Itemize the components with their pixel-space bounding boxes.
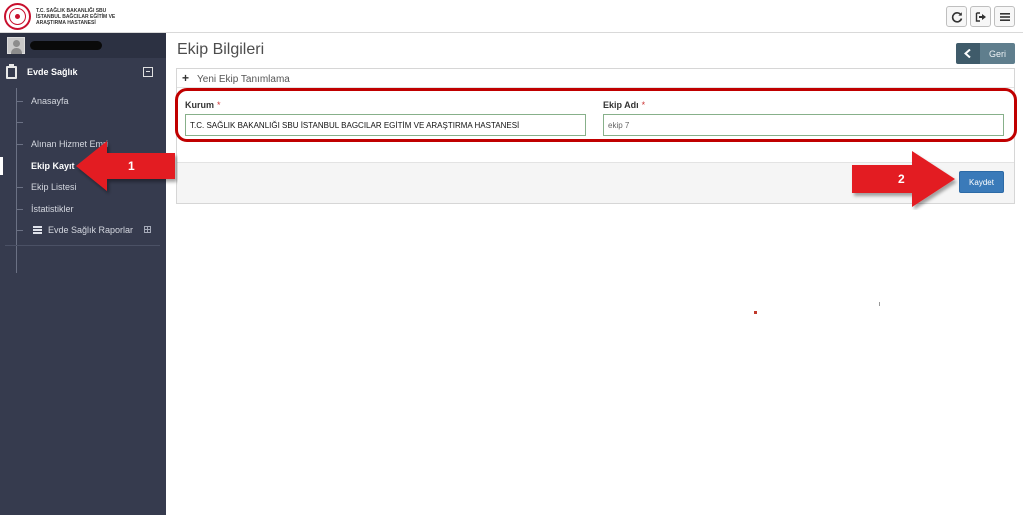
page-title: Ekip Bilgileri [177,41,265,58]
sidebar-divider [5,245,160,246]
sidebar-item-evde-saglik-raporlar[interactable]: Evde Sağlık Raporlar [0,221,166,239]
stray-mark [879,302,880,306]
redacted-user-name [30,41,102,50]
tree-tick [16,209,23,210]
annotation-number-2: 2 [898,172,905,186]
highlight-box [175,88,1017,142]
save-button[interactable]: Kaydet [959,171,1004,193]
tree-tick [16,144,23,145]
expand-icon[interactable] [144,226,151,233]
logo-text: T.C. SAĞLIK BAKANLIĞI SBU İSTANBUL BAĞCI… [36,8,115,26]
avatar [7,37,25,54]
chevron-left-icon [956,43,980,64]
sidebar-section-evde-saglik[interactable]: Evde Sağlık [0,63,166,83]
logout-icon [975,11,986,22]
tree-tick [16,230,23,231]
refresh-button[interactable] [946,6,967,27]
panel-header: + Yeni Ekip Tanımlama [177,69,1014,88]
menu-button[interactable] [994,6,1015,27]
logo-line-2: İSTANBUL BAĞCILAR EĞİTİM VE [36,13,116,20]
sidebar: Evde Sağlık Anasayfa Alınan Hizmet Emri … [0,33,166,515]
tree-tick [16,187,23,188]
sidebar-item-label: Evde Sağlık Raporlar [48,225,134,235]
list-icon [33,226,42,234]
annotation-arrow-1: 1 [76,141,175,191]
hamburger-menu-icon [999,12,1010,21]
sidebar-item-blank[interactable] [0,113,166,131]
back-button-label: Geri [980,43,1015,64]
logo-line-3: ARAŞTIRMA HASTANESİ [36,19,96,26]
user-profile[interactable] [0,33,166,58]
tree-tick [16,122,23,123]
refresh-icon [951,11,962,23]
sidebar-item-label: Anasayfa [31,96,69,106]
top-bar: T.C. SAĞLIK BAKANLIĞI SBU İSTANBUL BAĞCI… [0,0,1023,33]
collapse-icon[interactable] [143,67,153,77]
clipboard-icon [6,64,17,79]
tree-tick [16,101,23,102]
ministry-seal-icon [4,3,31,30]
annotation-arrow-2: 2 [852,151,955,207]
logo-line-1: T.C. SAĞLIK BAKANLIĞI SBU [36,7,107,14]
plus-icon: + [182,71,190,85]
sidebar-item-label: Ekip Listesi [31,182,77,192]
sidebar-item-anasayfa[interactable]: Anasayfa [0,92,166,110]
active-indicator [0,157,3,175]
panel-title: Yeni Ekip Tanımlama [197,74,290,85]
back-button[interactable]: Geri [956,43,1015,64]
sidebar-item-istatistikler[interactable]: İstatistikler [0,200,166,218]
sidebar-item-label: İstatistikler [31,204,74,214]
logout-button[interactable] [970,6,991,27]
hospital-logo[interactable]: T.C. SAĞLIK BAKANLIĞI SBU İSTANBUL BAĞCI… [4,3,142,30]
sidebar-section-label: Evde Sağlık [27,67,78,77]
stray-mark [754,311,757,314]
annotation-number-1: 1 [128,159,135,173]
sidebar-item-label: Ekip Kayıt [31,161,75,171]
